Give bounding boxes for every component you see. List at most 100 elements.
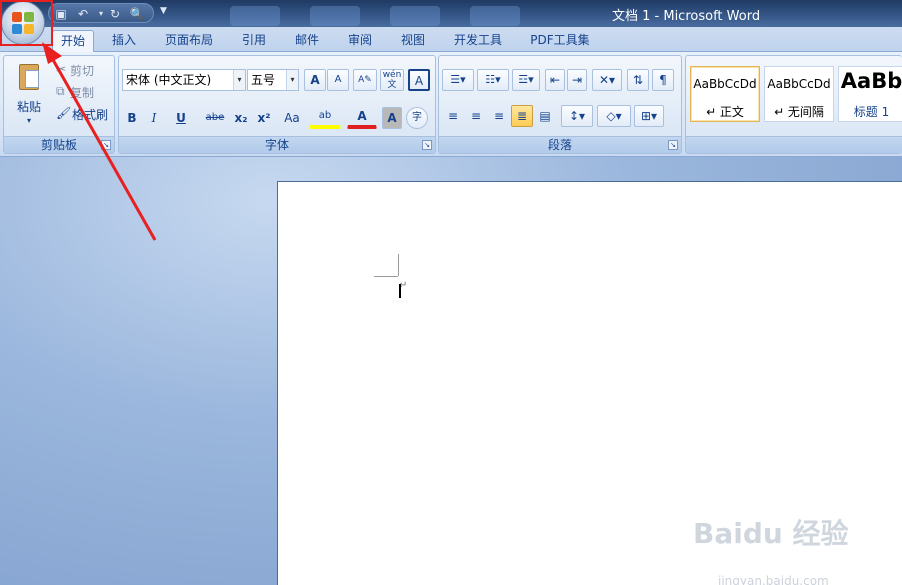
taskbar-glow xyxy=(470,6,520,26)
chevron-down-icon[interactable]: ▾ xyxy=(286,70,298,90)
tab-view[interactable]: 视图 xyxy=(393,30,433,52)
document-workspace: ↵ Baidu 经验 jingyan.baidu.com xyxy=(0,157,902,585)
borders-icon[interactable]: ⊞▾ xyxy=(634,105,664,127)
change-case-button[interactable]: Aa xyxy=(277,107,307,129)
char-shading-button[interactable]: A xyxy=(382,107,402,129)
paragraph-group-label: 段落 xyxy=(439,136,681,153)
font-name-combo[interactable]: 宋体 (中文正文) ▾ xyxy=(122,69,246,91)
tab-references[interactable]: 引用 xyxy=(234,30,274,52)
copy-button[interactable]: 复制 xyxy=(70,84,94,101)
strikethrough-button[interactable]: abe xyxy=(202,107,228,129)
underline-button[interactable]: U xyxy=(166,107,196,129)
phonetic-char: 文 xyxy=(387,80,397,90)
line-spacing-icon[interactable]: ↕▾ xyxy=(561,105,593,127)
distribute-icon[interactable]: ▤ xyxy=(534,105,556,127)
superscript-button[interactable]: x² xyxy=(253,107,275,129)
font-size-value: 五号 xyxy=(251,73,276,87)
italic-button[interactable]: I xyxy=(144,107,164,129)
font-name-value: 宋体 (中文正文) xyxy=(126,73,212,87)
copy-icon: ⧉ xyxy=(56,84,65,98)
taskbar-glow xyxy=(310,6,360,26)
styles-group-label xyxy=(686,136,902,153)
window-title: 文档 1 - Microsoft Word xyxy=(612,9,761,24)
style-name: ↵ 无间隔 xyxy=(774,105,824,119)
clipboard-group-label: 剪贴板 xyxy=(4,136,114,153)
bullets-icon[interactable]: ☰▾ xyxy=(442,69,474,91)
redo-icon[interactable]: ↻ xyxy=(107,6,123,22)
save-icon[interactable]: ▣ xyxy=(53,6,69,22)
customize-qat-icon[interactable]: ▼ xyxy=(160,6,167,16)
style-normal[interactable]: AaBbCcDd ↵ 正文 xyxy=(690,66,760,122)
taskbar-glow xyxy=(390,6,440,26)
watermark: Baidu 经验 xyxy=(693,517,849,550)
ribbon: 粘贴 ▾ ✂ 剪切 ⧉ 复制 🖌 格式刷 剪贴板 ↘ 宋体 (中文正文) ▾ 五… xyxy=(0,52,902,157)
title-bar: ▣ ↶ ▾ ↻ 🔍 ▼ 文档 1 - Microsoft Word xyxy=(0,0,902,27)
paragraph-group: ☰▾ ☷▾ ☲▾ ⇤ ⇥ ✕▾ ⇅ ¶ ≡ ≡ ≡ ≣ ▤ ↕▾ ◇▾ ⊞▾ 段… xyxy=(438,55,682,154)
style-heading-1[interactable]: AaBb 标题 1 xyxy=(838,66,902,122)
align-right-icon[interactable]: ≡ xyxy=(488,105,510,127)
bold-button[interactable]: B xyxy=(122,107,142,129)
watermark-url: jingyan.baidu.com xyxy=(718,574,829,585)
quick-access-toolbar: ▣ ↶ ▾ ↻ 🔍 xyxy=(48,3,154,23)
decrease-indent-icon[interactable]: ⇤ xyxy=(545,69,565,91)
shrink-font-button[interactable]: A xyxy=(327,69,349,91)
ribbon-tab-row: 开始 插入 页面布局 引用 邮件 审阅 视图 开发工具 PDF工具集 xyxy=(0,27,902,52)
style-sample: AaBb xyxy=(840,69,902,93)
annotation-highlight-box xyxy=(0,0,53,46)
enclose-char-button[interactable]: 字 xyxy=(406,107,428,129)
scissors-icon: ✂ xyxy=(56,62,67,76)
style-name: ↵ 正文 xyxy=(706,105,744,119)
tab-insert[interactable]: 插入 xyxy=(104,30,144,52)
chevron-down-icon[interactable]: ▾ xyxy=(233,70,245,90)
asian-layout-icon[interactable]: ✕▾ xyxy=(592,69,622,91)
font-color-button[interactable]: A xyxy=(347,107,377,129)
paste-label: 粘贴 xyxy=(16,100,41,114)
tab-review[interactable]: 审阅 xyxy=(340,30,380,52)
style-sample: AaBbCcDd xyxy=(767,77,831,91)
margin-mark xyxy=(398,254,399,276)
tab-page-layout[interactable]: 页面布局 xyxy=(158,30,220,52)
tab-pdf-tools[interactable]: PDF工具集 xyxy=(524,30,596,52)
highlight-button[interactable]: ab xyxy=(309,107,341,129)
font-size-combo[interactable]: 五号 ▾ xyxy=(247,69,299,91)
styles-group: AaBbCcDd ↵ 正文 AaBbCcDd ↵ 无间隔 AaBb 标题 1 xyxy=(685,55,902,154)
show-marks-icon[interactable]: ¶ xyxy=(652,69,674,91)
font-group: 宋体 (中文正文) ▾ 五号 ▾ A A A✎ wén 文 A B I U ab… xyxy=(118,55,436,154)
paste-dropdown-icon: ▾ xyxy=(26,116,31,125)
shading-icon[interactable]: ◇▾ xyxy=(597,105,631,127)
clear-format-icon[interactable]: A✎ xyxy=(353,69,377,91)
increase-indent-icon[interactable]: ⇥ xyxy=(567,69,587,91)
tab-home[interactable]: 开始 xyxy=(52,30,94,52)
tab-developer[interactable]: 开发工具 xyxy=(446,30,510,52)
cut-button[interactable]: 剪切 xyxy=(70,62,94,79)
phonetic-label: wén xyxy=(382,70,402,80)
align-center-icon[interactable]: ≡ xyxy=(465,105,487,127)
brush-icon: 🖌 xyxy=(56,106,72,120)
margin-mark xyxy=(374,276,398,277)
paste-button[interactable]: 粘贴 ▾ xyxy=(8,59,48,129)
subscript-button[interactable]: x₂ xyxy=(230,107,252,129)
taskbar-glow xyxy=(230,6,280,26)
undo-icon[interactable]: ↶ xyxy=(75,6,91,22)
phonetic-guide-button[interactable]: wén 文 xyxy=(380,69,404,91)
tab-mailings[interactable]: 邮件 xyxy=(287,30,327,52)
dialog-launcher-icon[interactable]: ↘ xyxy=(668,140,678,150)
justify-icon[interactable]: ≣ xyxy=(511,105,533,127)
font-group-label: 字体 xyxy=(119,136,435,153)
clipboard-group: 粘贴 ▾ ✂ 剪切 ⧉ 复制 🖌 格式刷 剪贴板 ↘ xyxy=(3,55,115,154)
document-page[interactable]: ↵ Baidu 经验 jingyan.baidu.com xyxy=(277,181,902,585)
paper-icon xyxy=(25,70,39,88)
grow-font-button[interactable]: A xyxy=(304,69,326,91)
text-cursor xyxy=(399,284,401,298)
align-left-icon[interactable]: ≡ xyxy=(442,105,464,127)
char-border-button[interactable]: A xyxy=(408,69,430,91)
print-preview-icon[interactable]: 🔍 xyxy=(129,6,145,22)
format-painter-button[interactable]: 格式刷 xyxy=(72,106,108,123)
dialog-launcher-icon[interactable]: ↘ xyxy=(101,140,111,150)
dialog-launcher-icon[interactable]: ↘ xyxy=(422,140,432,150)
numbering-icon[interactable]: ☷▾ xyxy=(477,69,509,91)
style-name: 标题 1 xyxy=(853,105,890,119)
multilevel-list-icon[interactable]: ☲▾ xyxy=(512,69,540,91)
sort-icon[interactable]: ⇅ xyxy=(627,69,649,91)
style-no-spacing[interactable]: AaBbCcDd ↵ 无间隔 xyxy=(764,66,834,122)
